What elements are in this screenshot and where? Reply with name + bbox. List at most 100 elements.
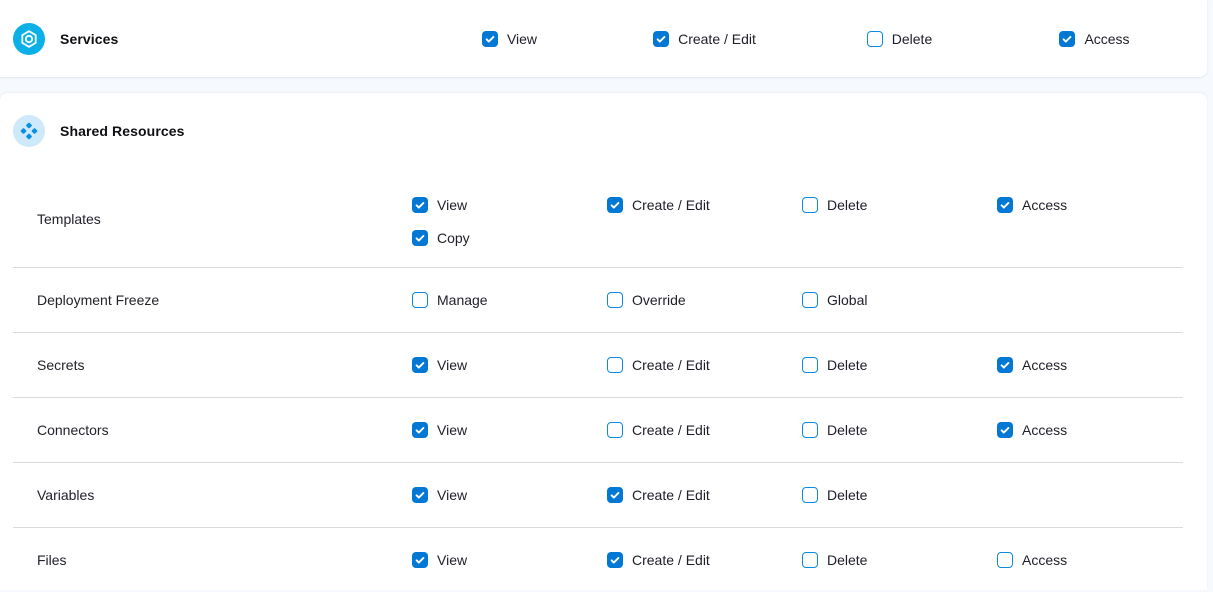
- permission-label: Create / Edit: [632, 552, 710, 568]
- resource-label: Templates: [37, 170, 412, 267]
- permission-label: Create / Edit: [632, 487, 710, 503]
- permission-cell: Access: [997, 31, 1192, 47]
- permission-create-edit[interactable]: Create / Edit: [607, 197, 802, 213]
- checkbox-checked-icon[interactable]: [997, 422, 1013, 438]
- resource-label: Deployment Freeze: [37, 268, 412, 332]
- permission-view[interactable]: View: [412, 552, 607, 568]
- permission-label: View: [437, 357, 467, 373]
- checkbox-unchecked-icon[interactable]: [997, 552, 1013, 568]
- permission-cell: Delete: [802, 463, 997, 527]
- checkbox-checked-icon[interactable]: [607, 552, 623, 568]
- permission-row-connectors: Connectors View Create / Edit Delete Access: [0, 398, 1207, 462]
- permission-delete[interactable]: Delete: [802, 357, 997, 373]
- permission-label: Create / Edit: [632, 422, 710, 438]
- shared-resources-icon: [13, 115, 45, 147]
- permission-row-variables: VariablesView Create / Edit Delete: [0, 463, 1207, 527]
- permission-access[interactable]: Access: [997, 552, 1192, 568]
- permission-label: Access: [1022, 422, 1067, 438]
- permission-delete[interactable]: Delete: [802, 487, 997, 503]
- checkbox-checked-icon[interactable]: [412, 230, 428, 246]
- checkbox-checked-icon[interactable]: [997, 197, 1013, 213]
- checkbox-unchecked-icon[interactable]: [607, 292, 623, 308]
- permission-cell: Create / Edit: [607, 170, 802, 267]
- permission-view[interactable]: View: [412, 357, 607, 373]
- checkbox-unchecked-icon[interactable]: [867, 31, 883, 47]
- permission-access[interactable]: Access: [1059, 31, 1129, 47]
- permission-create-edit[interactable]: Create / Edit: [653, 31, 756, 47]
- permission-delete[interactable]: Delete: [802, 197, 997, 213]
- checkbox-checked-icon[interactable]: [653, 31, 669, 47]
- permission-delete[interactable]: Delete: [802, 422, 997, 438]
- checkbox-checked-icon[interactable]: [412, 552, 428, 568]
- checkbox-checked-icon[interactable]: [482, 31, 498, 47]
- permission-label: Create / Edit: [678, 31, 756, 47]
- services-title-cell: Services: [13, 23, 412, 55]
- permission-label: View: [437, 422, 467, 438]
- checkbox-checked-icon[interactable]: [607, 487, 623, 503]
- checkbox-unchecked-icon[interactable]: [607, 357, 623, 373]
- checkbox-checked-icon[interactable]: [607, 197, 623, 213]
- services-permissions: View Create / Edit Delete Access: [412, 31, 1192, 47]
- permission-cell: Create / Edit: [607, 528, 802, 592]
- permission-view[interactable]: View: [412, 197, 607, 213]
- permission-view[interactable]: View: [412, 422, 607, 438]
- permission-delete[interactable]: Delete: [867, 31, 932, 47]
- permission-view[interactable]: View: [482, 31, 537, 47]
- permission-label: Access: [1022, 357, 1067, 373]
- permission-access[interactable]: Access: [997, 422, 1192, 438]
- permission-create-edit[interactable]: Create / Edit: [607, 487, 802, 503]
- permission-cell: Override: [607, 268, 802, 332]
- permission-cell: Delete: [802, 398, 997, 462]
- permission-cell: Manage: [412, 268, 607, 332]
- checkbox-checked-icon[interactable]: [412, 357, 428, 373]
- resource-label: Variables: [37, 463, 412, 527]
- checkbox-unchecked-icon[interactable]: [802, 552, 818, 568]
- permission-label: Delete: [892, 31, 932, 47]
- checkbox-unchecked-icon[interactable]: [802, 487, 818, 503]
- checkbox-checked-icon[interactable]: [1059, 31, 1075, 47]
- permission-cell: View: [412, 463, 607, 527]
- checkbox-checked-icon[interactable]: [412, 197, 428, 213]
- checkbox-checked-icon[interactable]: [997, 357, 1013, 373]
- permission-cell: Delete: [802, 31, 997, 47]
- permission-access[interactable]: Access: [997, 197, 1192, 213]
- permission-access[interactable]: Access: [997, 357, 1192, 373]
- resource-label: Connectors: [37, 398, 412, 462]
- permission-label: Override: [632, 292, 686, 308]
- permission-label: View: [507, 31, 537, 47]
- permission-row-secrets: SecretsViewCreate / EditDeleteAccess: [0, 333, 1207, 397]
- checkbox-checked-icon[interactable]: [412, 487, 428, 503]
- checkbox-unchecked-icon[interactable]: [802, 197, 818, 213]
- permission-label: View: [437, 197, 467, 213]
- permission-label: Delete: [827, 422, 867, 438]
- permission-cell: Delete: [802, 333, 997, 397]
- permission-cell: View Copy: [412, 170, 607, 267]
- checkbox-unchecked-icon[interactable]: [607, 422, 623, 438]
- permission-label: Create / Edit: [632, 197, 710, 213]
- permission-manage[interactable]: Manage: [412, 292, 607, 308]
- permission-create-edit[interactable]: Create / Edit: [607, 357, 802, 373]
- permission-delete[interactable]: Delete: [802, 552, 997, 568]
- services-section-title: Services: [60, 31, 118, 47]
- permission-label: Access: [1022, 197, 1067, 213]
- permission-label: Delete: [827, 552, 867, 568]
- permission-row-deployment-freeze: Deployment FreezeManage Override Global: [0, 268, 1207, 332]
- permission-cell: Create / Edit: [607, 463, 802, 527]
- checkbox-unchecked-icon[interactable]: [412, 292, 428, 308]
- checkbox-unchecked-icon[interactable]: [802, 292, 818, 308]
- permission-create-edit[interactable]: Create / Edit: [607, 552, 802, 568]
- checkbox-checked-icon[interactable]: [412, 422, 428, 438]
- shared-resources-permission-card: Shared Resources TemplatesViewCopyCreate…: [0, 93, 1207, 590]
- permission-global[interactable]: Global: [802, 292, 997, 308]
- permission-create-edit[interactable]: Create / Edit: [607, 422, 802, 438]
- permission-label: Access: [1022, 552, 1067, 568]
- permission-copy[interactable]: Copy: [412, 230, 607, 246]
- permission-view[interactable]: View: [412, 487, 607, 503]
- checkbox-unchecked-icon[interactable]: [802, 422, 818, 438]
- checkbox-unchecked-icon[interactable]: [802, 357, 818, 373]
- permission-override[interactable]: Override: [607, 292, 802, 308]
- resource-label: Files: [37, 528, 412, 592]
- permission-cell: Delete: [802, 528, 997, 592]
- permission-cell: Access: [997, 398, 1192, 462]
- permission-cell: [997, 268, 1192, 332]
